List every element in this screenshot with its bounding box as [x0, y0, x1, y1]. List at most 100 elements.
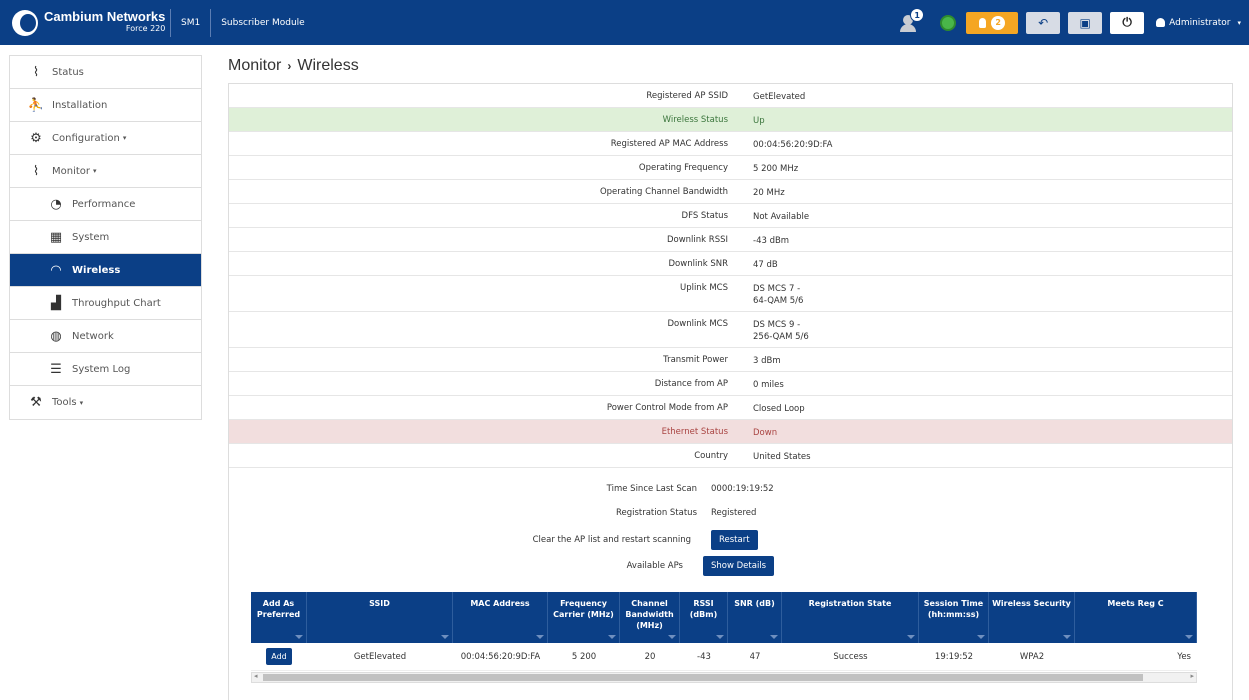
- brand[interactable]: Cambium Networks Force 220: [0, 0, 170, 45]
- save-icon: ▣: [1079, 15, 1091, 30]
- column-header[interactable]: SSID: [307, 592, 453, 643]
- undo-button[interactable]: ↶: [1026, 11, 1061, 34]
- table-row: Downlink SNR 47 dB: [229, 252, 1232, 276]
- rssi-cell: -43: [697, 651, 711, 662]
- add-preferred-button[interactable]: Add: [266, 648, 292, 665]
- column-header[interactable]: Meets Reg C: [1075, 592, 1197, 643]
- restart-button[interactable]: Restart: [711, 530, 758, 550]
- frequency-cell: 5 200: [571, 651, 597, 662]
- table-row: Operating Channel Bandwidth 20 MHz: [229, 180, 1232, 204]
- sidebar-item-monitor[interactable]: ⌇ Monitor ▾: [10, 155, 201, 188]
- sidebar-item-system[interactable]: ▦ System: [10, 221, 201, 254]
- sidebar-item-network[interactable]: ◍ Network: [10, 320, 201, 353]
- chevron-down-icon: ▾: [1237, 18, 1241, 27]
- show-details-button[interactable]: Show Details: [703, 556, 775, 576]
- registration-status-value: Registered: [711, 508, 757, 518]
- alarms-button[interactable]: 2: [966, 11, 1019, 34]
- user-notification-icon[interactable]: 1: [898, 7, 925, 34]
- sidebar-item-label: Installation: [52, 99, 108, 111]
- save-button[interactable]: ▣: [1068, 11, 1103, 34]
- available-aps-table: Add As Preferred SSID MAC Address Freque…: [251, 592, 1197, 671]
- column-header[interactable]: Add As Preferred: [251, 592, 307, 643]
- column-header[interactable]: Registration State: [782, 592, 919, 643]
- snr-cell: 47: [749, 651, 761, 662]
- scroll-left-icon[interactable]: ◂: [254, 672, 258, 680]
- sidebar-item-system-log[interactable]: ☰ System Log: [10, 353, 201, 386]
- network-globe-icon: ◍: [50, 328, 62, 344]
- sidebar: ⌇ Status ⛹ Installation ⚙ Configuration …: [9, 55, 202, 420]
- column-header[interactable]: RSSI (dBm): [680, 592, 728, 643]
- sidebar-item-installation[interactable]: ⛹ Installation: [10, 89, 201, 122]
- table-row: Transmit Power 3 dBm: [229, 348, 1232, 372]
- chevron-down-icon: ▾: [122, 134, 127, 142]
- table-row: Registered AP MAC Address 00:04:56:20:9D:…: [229, 132, 1232, 156]
- scan-time-label: Time Since Last Scan: [606, 484, 697, 494]
- undo-icon: ↶: [1038, 15, 1049, 30]
- scan-time-value: 0000:19:19:52: [711, 484, 774, 494]
- bandwidth-cell: 20: [644, 651, 656, 662]
- column-header[interactable]: SNR (dB): [728, 592, 782, 643]
- sidebar-item-throughput-chart[interactable]: ▟ Throughput Chart: [10, 287, 201, 320]
- column-header[interactable]: Channel Bandwidth (MHz): [620, 592, 680, 643]
- clear-ap-list-label: Clear the AP list and restart scanning: [532, 535, 691, 545]
- table-row: Downlink RSSI -43 dBm: [229, 228, 1232, 252]
- table-row: Power Control Mode from AP Closed Loop: [229, 396, 1232, 420]
- alarm-count-badge: 2: [991, 15, 1006, 30]
- gear-icon: ⚙: [30, 130, 42, 146]
- pulse-icon: ⌇: [32, 64, 40, 80]
- sidebar-item-label: System: [72, 231, 110, 243]
- sidebar-item-label: Tools: [52, 397, 77, 408]
- notification-badge: 1: [910, 7, 925, 22]
- chevron-right-icon: ›: [287, 59, 292, 73]
- sidebar-item-tools[interactable]: ⚒ Tools ▾: [10, 386, 201, 419]
- sidebar-item-label: System Log: [72, 363, 131, 375]
- globe-icon[interactable]: [940, 14, 957, 31]
- table-row: Uplink MCS DS MCS 7 -64-QAM 5/6: [229, 276, 1232, 312]
- user-menu[interactable]: Administrator ▾: [1152, 18, 1249, 28]
- breadcrumb-parent: Monitor: [228, 57, 282, 74]
- registration-state-cell: Success: [833, 651, 868, 662]
- ssid-cell: GetElevated: [353, 651, 407, 662]
- security-cell: WPA2: [1019, 651, 1045, 662]
- sidebar-item-wireless[interactable]: ◠ Wireless: [10, 254, 201, 287]
- wrench-icon: ⚒: [30, 395, 42, 410]
- table-row: Registered AP SSID GetElevated: [229, 84, 1232, 108]
- sidebar-item-label: Status: [52, 66, 84, 78]
- bar-chart-icon: ▟: [51, 295, 61, 311]
- column-header[interactable]: Wireless Security: [989, 592, 1075, 643]
- top-bar: Cambium Networks Force 220 SM1 Subscribe…: [0, 0, 1249, 45]
- chevron-down-icon: ▾: [93, 167, 97, 175]
- power-icon: ⏻: [1122, 15, 1132, 29]
- column-header[interactable]: Frequency Carrier (MHz): [548, 592, 620, 643]
- cambium-logo-icon: [12, 9, 38, 36]
- column-header[interactable]: Session Time (hh:mm:ss): [919, 592, 989, 643]
- sidebar-item-label: Monitor: [52, 165, 91, 177]
- sidebar-item-label: Throughput Chart: [72, 297, 161, 309]
- session-time-cell: 19:19:52: [934, 651, 974, 662]
- sidebar-item-performance[interactable]: ◔ Performance: [10, 188, 201, 221]
- gauge-icon: ◔: [50, 196, 62, 212]
- table-row: Ethernet Status Down: [229, 420, 1232, 444]
- sidebar-item-status[interactable]: ⌇ Status: [10, 56, 201, 89]
- available-aps-label: Available APs: [626, 561, 683, 571]
- list-icon: ☰: [50, 361, 62, 377]
- sidebar-item-configuration[interactable]: ⚙ Configuration ▾: [10, 122, 201, 155]
- column-header[interactable]: MAC Address: [453, 592, 548, 643]
- scrollbar-thumb[interactable]: [263, 674, 1143, 681]
- pulse-icon: ⌇: [32, 163, 40, 179]
- table-row: Distance from AP 0 miles: [229, 372, 1232, 396]
- user-icon: [1156, 18, 1166, 27]
- running-man-icon: ⛹: [27, 97, 45, 113]
- wifi-icon: ◠: [51, 262, 61, 278]
- sidebar-item-label: Network: [72, 330, 114, 342]
- scroll-right-icon[interactable]: ▸: [1190, 672, 1194, 680]
- table-row: Operating Frequency 5 200 MHz: [229, 156, 1232, 180]
- page-title: Wireless: [297, 57, 359, 74]
- reboot-button[interactable]: ⏻: [1110, 11, 1145, 34]
- device-type: Subscriber Module: [221, 17, 305, 28]
- lightbulb-icon: [979, 17, 987, 28]
- wireless-panel: Registered AP SSID GetElevated Wireless S…: [228, 83, 1233, 700]
- table-header: Add As Preferred SSID MAC Address Freque…: [251, 592, 1197, 643]
- table-row: Country United States: [229, 444, 1232, 468]
- horizontal-scrollbar[interactable]: ◂ ▸: [251, 672, 1197, 683]
